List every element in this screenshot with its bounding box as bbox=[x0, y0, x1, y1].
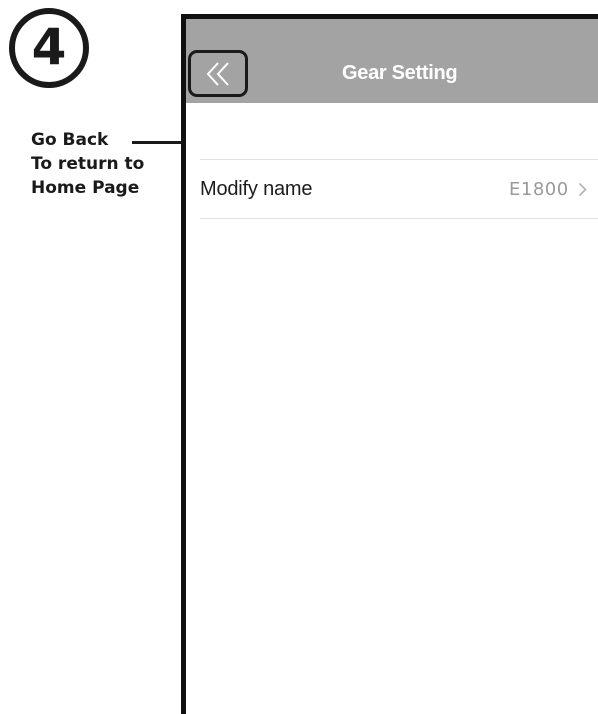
back-button-annotation: Go Back To return to Home Page bbox=[31, 128, 144, 200]
step-number-badge: 4 bbox=[9, 8, 89, 88]
divider bbox=[200, 218, 598, 219]
annotation-line: Go Back bbox=[31, 130, 109, 150]
step-number: 4 bbox=[31, 18, 67, 76]
back-button[interactable] bbox=[188, 50, 248, 97]
annotation-line: Home Page bbox=[31, 178, 140, 198]
chevron-right-icon bbox=[578, 182, 587, 197]
row-label: Modify name bbox=[200, 177, 313, 200]
app-header: Gear Setting bbox=[186, 19, 598, 103]
device-name-value: E1800 bbox=[509, 178, 569, 200]
double-chevron-left-icon bbox=[206, 61, 229, 86]
settings-list: Modify name E1800 bbox=[200, 159, 598, 219]
phone-screen: Gear Setting Modify name E1800 bbox=[181, 14, 598, 714]
page-title: Gear Setting bbox=[342, 62, 458, 84]
modify-name-row[interactable]: Modify name E1800 bbox=[200, 160, 598, 218]
annotation-line: To return to bbox=[31, 154, 145, 174]
